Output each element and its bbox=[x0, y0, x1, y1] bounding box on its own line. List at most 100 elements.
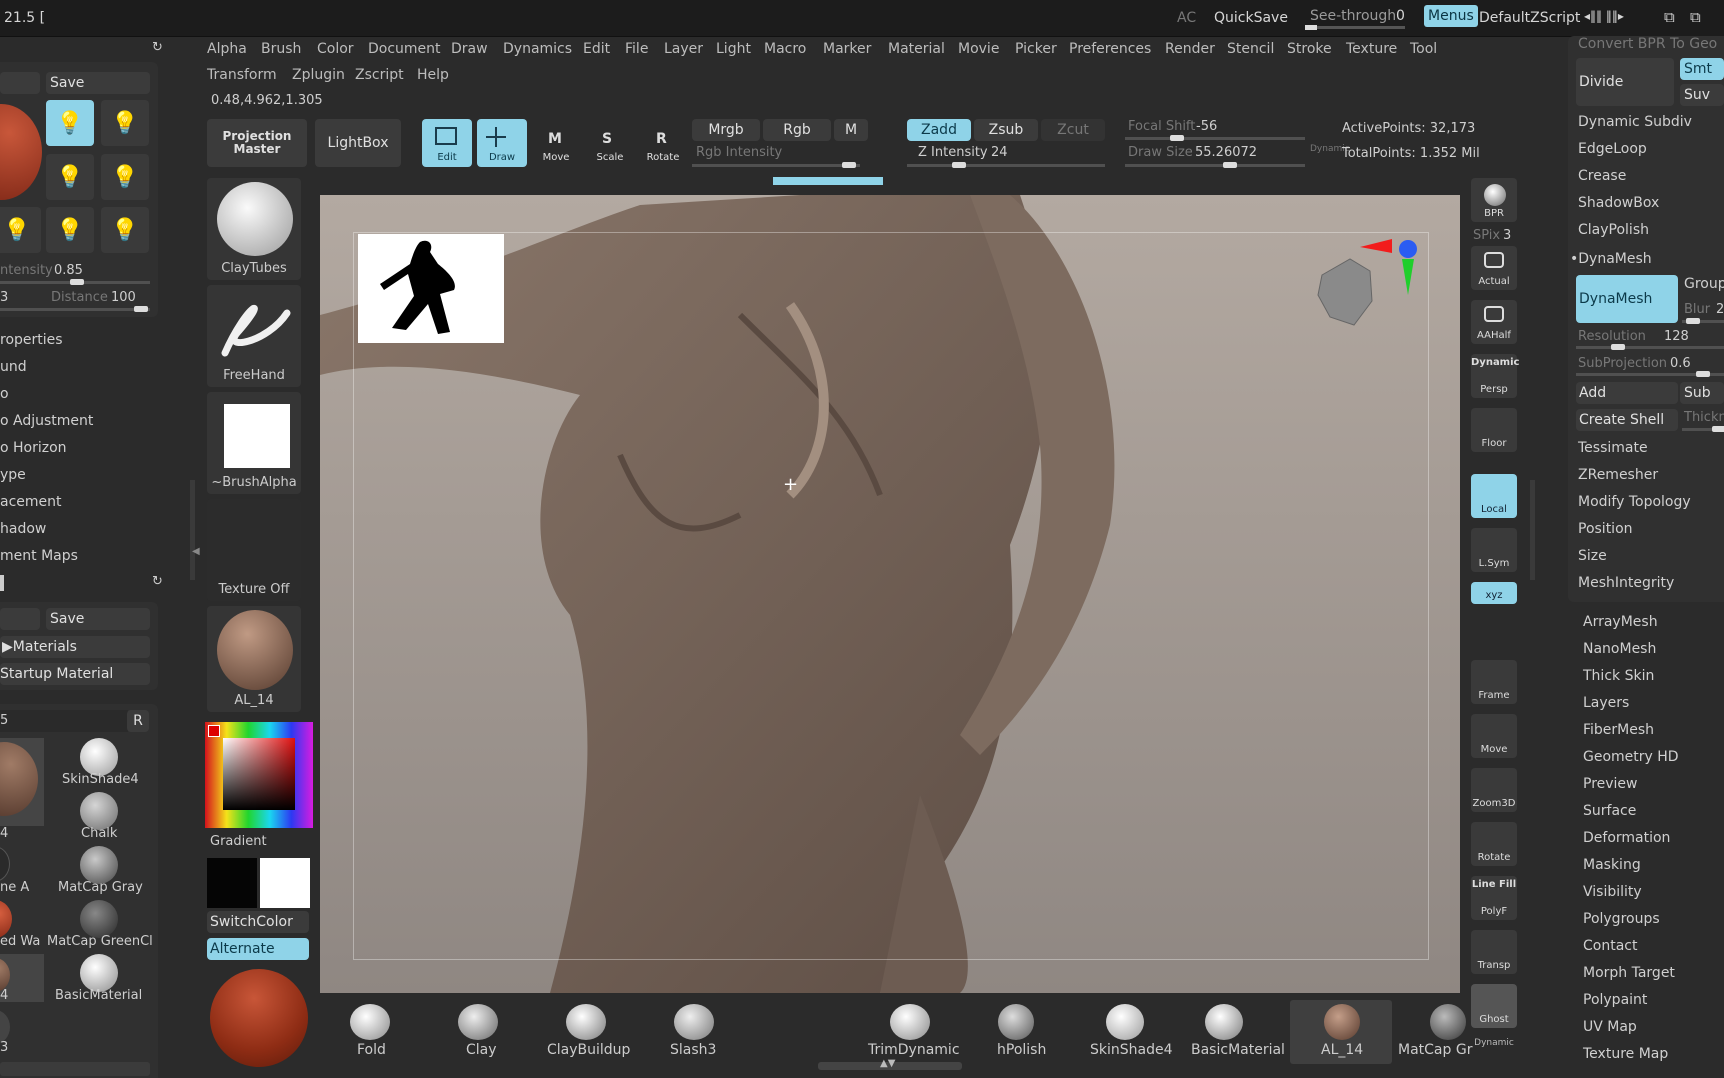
al14-material-icon[interactable] bbox=[1324, 1004, 1360, 1040]
menu-stencil[interactable]: Stencil bbox=[1227, 41, 1274, 57]
material-search-field[interactable]: 5 bbox=[0, 710, 128, 732]
shelf-label[interactable]: ClayBuildup bbox=[547, 1042, 630, 1058]
bpr-button[interactable]: BPR bbox=[1471, 178, 1517, 222]
zsub-button[interactable]: Zsub bbox=[974, 119, 1038, 141]
menu-transform[interactable]: Transform bbox=[207, 67, 277, 83]
local-button[interactable]: Local bbox=[1471, 474, 1517, 518]
light-bulb-7-icon[interactable]: 💡 bbox=[101, 207, 149, 253]
alternate-button[interactable]: Alternate bbox=[207, 938, 309, 960]
zcut-button[interactable]: Zcut bbox=[1041, 119, 1105, 141]
tool-subpalette-item[interactable]: Preview bbox=[1583, 776, 1638, 792]
tool-subpalette-item[interactable]: Deformation bbox=[1583, 830, 1670, 846]
shadowbox-item[interactable]: ShadowBox bbox=[1578, 195, 1659, 211]
tool-subpalette-item[interactable]: Polygroups bbox=[1583, 911, 1660, 927]
left-list-item[interactable]: ment Maps bbox=[0, 548, 78, 564]
blur-slider[interactable] bbox=[1682, 318, 1724, 324]
aahalf-button[interactable]: AAHalf bbox=[1471, 300, 1517, 344]
light-bulb-6-icon[interactable]: 💡 bbox=[46, 207, 94, 253]
see-through-label[interactable]: See-through bbox=[1310, 8, 1396, 24]
z-intensity-slider[interactable] bbox=[907, 162, 1105, 168]
smt-toggle[interactable]: Smt bbox=[1680, 58, 1724, 80]
clay-brush-icon[interactable] bbox=[458, 1004, 498, 1040]
menu-preferences[interactable]: Preferences bbox=[1069, 41, 1151, 57]
dynamic-solo-label[interactable]: Dynamic bbox=[1471, 1038, 1517, 1048]
window-tile-icon[interactable]: ⧉ bbox=[1664, 8, 1675, 26]
material-selected-tile[interactable] bbox=[0, 738, 44, 826]
zadd-button[interactable]: Zadd bbox=[907, 119, 971, 141]
ghost-button[interactable]: Ghost bbox=[1471, 984, 1517, 1028]
polyf-button[interactable]: Line Fill PolyF bbox=[1471, 876, 1517, 920]
focal-shift-label[interactable]: Focal Shift bbox=[1128, 119, 1195, 134]
left-list-item[interactable]: hadow bbox=[0, 521, 46, 537]
tool-subpalette-item[interactable]: Morph Target bbox=[1583, 965, 1675, 981]
shelf-label[interactable]: Slash3 bbox=[670, 1042, 716, 1058]
size-item[interactable]: Size bbox=[1578, 548, 1607, 564]
shelf-label[interactable]: BasicMaterial bbox=[1191, 1042, 1285, 1058]
dynamesh-header[interactable]: •DynaMesh bbox=[1570, 251, 1652, 267]
basicmaterial-icon[interactable] bbox=[1205, 1004, 1243, 1040]
shelf-label[interactable]: Fold bbox=[357, 1042, 386, 1058]
menu-movie[interactable]: Movie bbox=[958, 41, 999, 57]
menu-layer[interactable]: Layer bbox=[664, 41, 703, 57]
convert-bpr-button[interactable]: Convert BPR To Geo bbox=[1578, 36, 1717, 52]
r-button[interactable]: R bbox=[127, 710, 149, 732]
menu-document[interactable]: Document bbox=[368, 41, 441, 57]
default-zscript-button[interactable]: DefaultZScript bbox=[1479, 10, 1580, 26]
claybuildup-brush-icon[interactable] bbox=[566, 1004, 606, 1040]
color-saturation-square[interactable] bbox=[223, 738, 295, 810]
left-list-item[interactable]: o bbox=[0, 386, 9, 402]
menu-dynamics[interactable]: Dynamics bbox=[503, 41, 572, 57]
shelf-label[interactable]: SkinShade4 bbox=[1090, 1042, 1173, 1058]
window-float-icon[interactable]: ⧉ bbox=[1690, 8, 1701, 26]
draw-size-slider[interactable] bbox=[1125, 162, 1305, 168]
material-save-button[interactable]: Save bbox=[46, 608, 150, 630]
light-bulb-1-icon[interactable]: 💡 bbox=[46, 100, 94, 146]
tool-subpalette-item[interactable]: NanoMesh bbox=[1583, 641, 1656, 657]
collapse-left-icon[interactable]: ◀ bbox=[192, 546, 200, 557]
suv-toggle[interactable]: Suv bbox=[1680, 84, 1724, 106]
menu-material[interactable]: Material bbox=[888, 41, 945, 57]
menu-picker[interactable]: Picker bbox=[1015, 41, 1057, 57]
texture-selector[interactable]: Texture Off bbox=[207, 499, 301, 601]
focal-shift-slider[interactable] bbox=[1125, 135, 1305, 141]
thickness-label[interactable]: Thickn bbox=[1684, 410, 1724, 425]
zremesher-item[interactable]: ZRemesher bbox=[1578, 467, 1658, 483]
menu-macro[interactable]: Macro bbox=[764, 41, 806, 57]
refresh-icon[interactable]: ↻ bbox=[152, 574, 163, 589]
zoom3d-button[interactable]: Zoom3D bbox=[1471, 768, 1517, 812]
tool-subpalette-item[interactable]: Geometry HD bbox=[1583, 749, 1679, 765]
menu-alpha[interactable]: Alpha bbox=[207, 41, 247, 57]
left-tray-handle[interactable] bbox=[190, 480, 195, 580]
rgb-intensity-label[interactable]: Rgb Intensity bbox=[696, 145, 782, 160]
menu-stroke[interactable]: Stroke bbox=[1287, 41, 1332, 57]
matcap-icon[interactable] bbox=[1430, 1004, 1466, 1040]
shelf-label[interactable]: hPolish bbox=[997, 1042, 1046, 1058]
left-list-item[interactable]: acement bbox=[0, 494, 62, 510]
tessimate-item[interactable]: Tessimate bbox=[1578, 440, 1648, 456]
lightbox-button[interactable]: LightBox bbox=[315, 119, 401, 167]
tool-subpalette-item[interactable]: Polypaint bbox=[1583, 992, 1647, 1008]
tool-subpalette-item[interactable]: Surface bbox=[1583, 803, 1636, 819]
projection-master-button[interactable]: Projection Master bbox=[207, 119, 307, 167]
rotate-view-button[interactable]: Rotate bbox=[1471, 822, 1517, 866]
blur-label[interactable]: Blur bbox=[1684, 302, 1710, 317]
alpha-selector[interactable]: ~BrushAlpha bbox=[207, 392, 301, 494]
lsym-button[interactable]: L.Sym bbox=[1471, 528, 1517, 572]
menus-toggle[interactable]: Menus bbox=[1424, 5, 1478, 27]
left-list-item[interactable]: o Horizon bbox=[0, 440, 67, 456]
menu-light[interactable]: Light bbox=[716, 41, 751, 57]
menu-zplugin[interactable]: Zplugin bbox=[292, 67, 345, 83]
shelf-label[interactable]: TrimDynamic bbox=[868, 1042, 960, 1058]
position-item[interactable]: Position bbox=[1578, 521, 1633, 537]
menu-tool[interactable]: Tool bbox=[1410, 41, 1437, 57]
dynamesh-add-button[interactable]: Add bbox=[1576, 382, 1678, 404]
actual-button[interactable]: Actual bbox=[1471, 246, 1517, 290]
menu-render[interactable]: Render bbox=[1165, 41, 1215, 57]
brush-selector[interactable]: ClayTubes bbox=[207, 178, 301, 280]
materials-button[interactable]: ▶ Materials bbox=[0, 636, 150, 658]
tool-subpalette-item[interactable]: Masking bbox=[1583, 857, 1641, 873]
left-list-item[interactable]: und bbox=[0, 359, 27, 375]
left-list-item[interactable]: o Adjustment bbox=[0, 413, 93, 429]
draw-size-label[interactable]: Draw Size bbox=[1128, 145, 1193, 160]
stroke-selector[interactable]: FreeHand bbox=[207, 285, 301, 387]
